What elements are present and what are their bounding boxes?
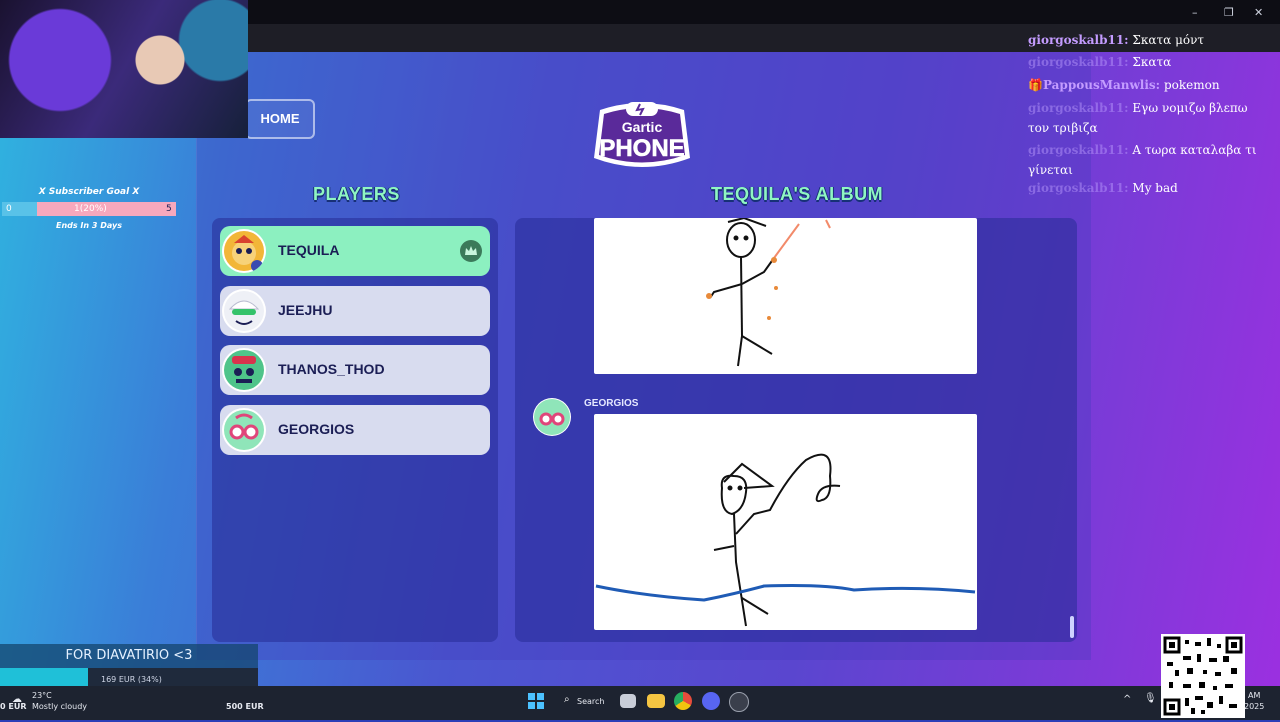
home-button[interactable]: HOME [245, 99, 315, 139]
player-avatar [222, 408, 266, 452]
chat-username: giorgoskalb11: [1028, 55, 1129, 69]
clock-ampm: AM [1248, 691, 1261, 700]
webcam-overlay [0, 0, 248, 138]
minimize-button[interactable]: – [1192, 6, 1198, 19]
search-icon: ⌕ [564, 694, 570, 705]
drawing-canvas-1 [594, 216, 977, 374]
gartic-phone-logo: Gartic PHONE [580, 100, 704, 174]
file-explorer-icon[interactable] [647, 694, 665, 708]
chat-text: Σκατα [1132, 55, 1172, 69]
player-jeejhu[interactable]: JEEJHU [220, 286, 490, 336]
chat-message: giorgoskalb11: Σκατα μόντ [1028, 30, 1258, 50]
player-georgios[interactable]: GEORGIOS [220, 405, 490, 455]
player-avatar [222, 229, 266, 273]
goal-start: 0 [6, 204, 12, 214]
chat-username: giorgoskalb11: [1028, 181, 1129, 195]
player-name: GEORGIOS [278, 421, 355, 437]
svg-text:Gartic: Gartic [622, 119, 663, 135]
microphone-icon[interactable]: 🎙 [1144, 693, 1157, 704]
chat-message: 🎁PappousManwlis: pokemon [1028, 75, 1258, 95]
taskbar-search-button[interactable]: ⌕ Search [556, 692, 614, 710]
chat-message: giorgoskalb11: Εγω νομιζω βλεπω τον τριβ… [1028, 98, 1258, 138]
chat-message: giorgoskalb11: Σκατα [1028, 52, 1258, 72]
chat-message: giorgoskalb11: Α τωρα καταλαβα τι γίνετα… [1028, 140, 1258, 180]
weather-temp: 23°C [32, 691, 52, 700]
chat-text: Σκατα μόντ [1132, 33, 1205, 47]
discord-icon[interactable] [702, 692, 720, 710]
chat-text: My bad [1132, 181, 1178, 195]
svg-text:PHONE: PHONE [599, 135, 684, 162]
maximize-button[interactable]: ❐ [1224, 6, 1234, 19]
chat-username: giorgoskalb11: [1028, 143, 1129, 157]
player-name: JEEJHU [278, 302, 333, 318]
task-view-icon[interactable] [620, 694, 636, 708]
crown-icon [460, 240, 482, 262]
chrome-icon[interactable] [674, 692, 692, 710]
search-label: Search [577, 697, 605, 706]
goal-ends: Ends In 3 Days [55, 221, 122, 230]
obs-icon[interactable] [729, 692, 749, 712]
qr-code [1161, 634, 1245, 718]
chat-username: giorgoskalb11: [1028, 101, 1129, 115]
chat-text: pokemon [1163, 78, 1220, 92]
player-avatar [222, 348, 266, 392]
weather-desc: Mostly cloudy [32, 702, 87, 711]
start-icon[interactable] [527, 692, 545, 710]
chat-username: PappousManwlis: [1042, 78, 1161, 92]
goal-progress: 1(20%) [74, 204, 107, 214]
weather-icon: ☁ [12, 694, 22, 705]
taskbar-right-amount: 500 EUR [226, 702, 264, 711]
taskbar [0, 686, 1280, 720]
chevron-up-icon[interactable]: ^ [1123, 694, 1131, 705]
author-name: GEORGIOS [584, 398, 639, 409]
player-name: THANOS_THOD [278, 361, 385, 377]
drawing-canvas-2 [594, 414, 977, 630]
gift-badge-icon: 🎁 [1028, 78, 1043, 92]
player-tequila[interactable]: TEQUILA [220, 226, 490, 276]
album-title: TEQUILA'S ALBUM [711, 184, 884, 204]
donation-amount: 169 EUR (34%) [101, 675, 162, 684]
chat-message: giorgoskalb11: My bad [1028, 178, 1258, 198]
author-avatar [533, 398, 571, 436]
goal-target: 5 [166, 204, 172, 214]
chat-username: giorgoskalb11: [1028, 33, 1129, 47]
album-scrollbar[interactable] [1070, 616, 1074, 638]
player-thanos-thod[interactable]: THANOS_THOD [220, 345, 490, 395]
clock-year: 2025 [1244, 702, 1265, 711]
players-title: PLAYERS [313, 184, 400, 204]
player-avatar [222, 289, 266, 333]
close-button[interactable]: ✕ [1254, 6, 1263, 19]
player-name: TEQUILA [278, 242, 340, 258]
donation-goal-label: FOR DIAVATIRIO <3 [0, 644, 258, 668]
subscriber-goal-title: X Subscriber Goal X [38, 187, 140, 197]
